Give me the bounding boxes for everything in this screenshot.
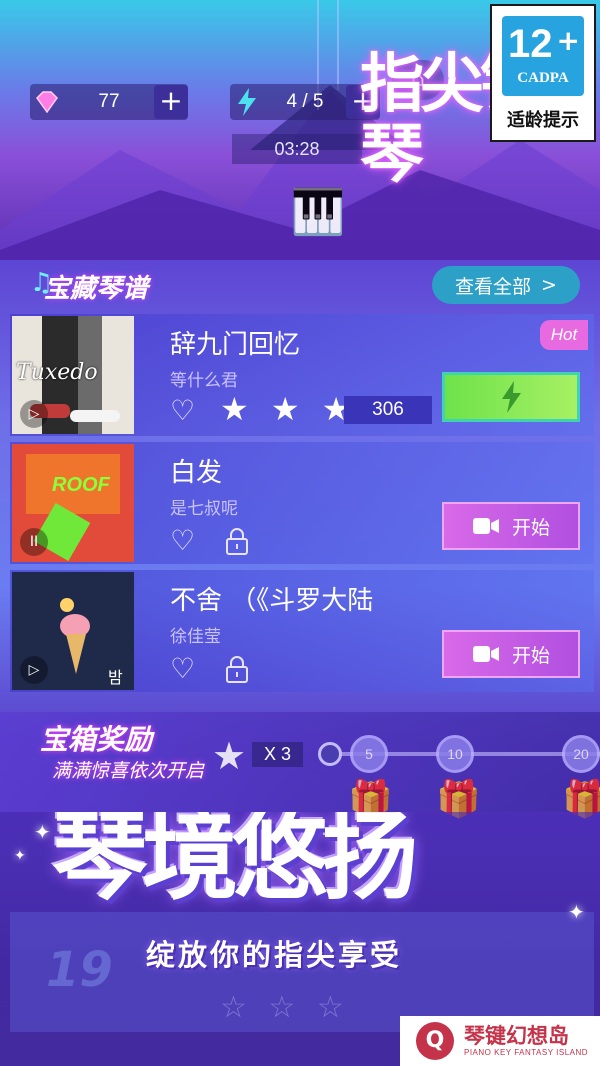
start-label: 开始	[511, 644, 550, 667]
reward-multiplier: X 3	[252, 742, 304, 767]
song-card[interactable]: ROOF II 白发 是七叔呢 ♡ 开始	[10, 442, 594, 564]
age-plus: +	[556, 24, 580, 57]
milestone-badge: 5	[350, 735, 388, 773]
treasure-section-header: ♫ 宝藏琴谱 查看全部 >	[0, 258, 600, 310]
cover-text: 밤	[108, 668, 123, 687]
section-title: 宝藏琴谱	[44, 274, 149, 304]
song-card[interactable]: Tuxedo ▷ 辞九门回忆 等什么君 ♡ ★ ★ ★ 306 Hot	[10, 314, 594, 436]
preview-play-button[interactable]: ▷	[20, 400, 48, 428]
video-icon	[472, 646, 499, 662]
reward-subtitle: 满满惊喜依次开启	[52, 760, 205, 782]
start-label: 开始	[511, 516, 550, 539]
age-rating-badge: 12 + CADPA 适龄提示	[490, 4, 596, 142]
lock-icon	[226, 656, 248, 683]
age-rating-box: 12 + CADPA	[502, 16, 584, 96]
energy-timer: 03:28	[232, 134, 362, 164]
brand-name: 琴键幻想岛	[464, 1024, 569, 1048]
sparkle-icon: ✦	[14, 848, 26, 864]
song-title: 辞九门回忆	[170, 330, 301, 360]
age-org: CADPA	[517, 70, 569, 86]
cover-text: Tuxedo	[16, 360, 98, 385]
heart-icon: ♡	[170, 652, 196, 685]
cover-text: ROOF	[52, 474, 110, 496]
progress-marker	[318, 742, 342, 766]
lightning-icon	[230, 85, 264, 119]
energy-count: 4 / 5	[286, 91, 324, 112]
background-cover-number: 19	[46, 942, 113, 998]
start-button[interactable]: 开始	[442, 630, 580, 678]
plus-icon: +	[159, 84, 183, 117]
song-title: 白发	[170, 458, 223, 488]
song-artist: 是七叔呢	[170, 499, 238, 519]
hot-badge: Hot	[540, 320, 588, 350]
view-all-button[interactable]: 查看全部 >	[432, 266, 580, 304]
pause-icon: II	[29, 534, 39, 550]
song-artist: 等什么君	[170, 371, 238, 391]
album-cover[interactable]: ROOF II	[12, 444, 134, 562]
lightning-icon	[502, 381, 521, 413]
add-gems-button[interactable]: +	[154, 85, 188, 119]
background-stars: ☆ ☆ ☆	[220, 990, 350, 1025]
treasure-reward-bar: 宝箱奖励 满满惊喜依次开启 ★ X 3 5 10 20 🎁 🎁 🎁	[0, 712, 600, 820]
heart-icon: ♡	[170, 394, 196, 427]
favorite-button[interactable]: ♡	[170, 394, 195, 427]
promo-headline: 琴境悠扬	[52, 812, 418, 913]
favorite-button[interactable]: ♡	[170, 652, 195, 685]
preview-play-button[interactable]: ▷	[20, 656, 48, 684]
song-card[interactable]: 밤 ▷ 不舍 （《斗罗大陆 徐佳莹 ♡ 开始	[10, 570, 594, 692]
heart-icon: ♡	[170, 524, 196, 557]
song-score: 306	[344, 396, 432, 424]
video-icon	[472, 518, 499, 534]
gem-counter: 77 +	[30, 84, 188, 120]
star-rating: ★ ★ ★	[220, 390, 357, 428]
age-caption: 适龄提示	[507, 110, 579, 131]
brand-english: PIANO KEY FANTASY ISLAND	[464, 1048, 589, 1057]
quick-play-button[interactable]	[442, 372, 580, 422]
brand-logo-icon: Q	[416, 1022, 454, 1060]
favorite-button[interactable]: ♡	[170, 524, 195, 557]
piano-player-icon: 🎹	[290, 187, 346, 238]
milestone-badge: 20	[562, 735, 600, 773]
promo-tagline: 绽放你的指尖享受	[146, 938, 403, 972]
sparkle-icon: ✦	[568, 900, 585, 924]
milestone-badge: 10	[436, 735, 474, 773]
reward-title: 宝箱奖励	[40, 723, 153, 756]
sparkle-icon: ✦	[34, 820, 51, 844]
album-cover[interactable]: Tuxedo ▷	[12, 316, 134, 434]
age-number: 12	[508, 22, 553, 66]
gem-count: 77	[98, 91, 120, 112]
play-icon: ▷	[28, 662, 40, 678]
play-icon: ▷	[28, 406, 40, 422]
song-title: 不舍 （《斗罗大陆	[170, 586, 374, 616]
preview-pause-button[interactable]: II	[20, 528, 48, 556]
song-artist: 徐佳莹	[170, 627, 221, 647]
brand-watermark: Q 琴键幻想岛 PIANO KEY FANTASY ISLAND	[400, 1016, 600, 1066]
album-cover[interactable]: 밤 ▷	[12, 572, 134, 690]
chevron-right-icon: >	[541, 274, 557, 296]
energy-counter: 4 / 5 +	[230, 84, 380, 120]
diamond-icon	[30, 85, 64, 119]
view-all-label: 查看全部	[455, 275, 532, 298]
start-button[interactable]: 开始	[442, 502, 580, 550]
star-icon: ★	[212, 734, 247, 778]
lock-icon	[226, 528, 248, 555]
